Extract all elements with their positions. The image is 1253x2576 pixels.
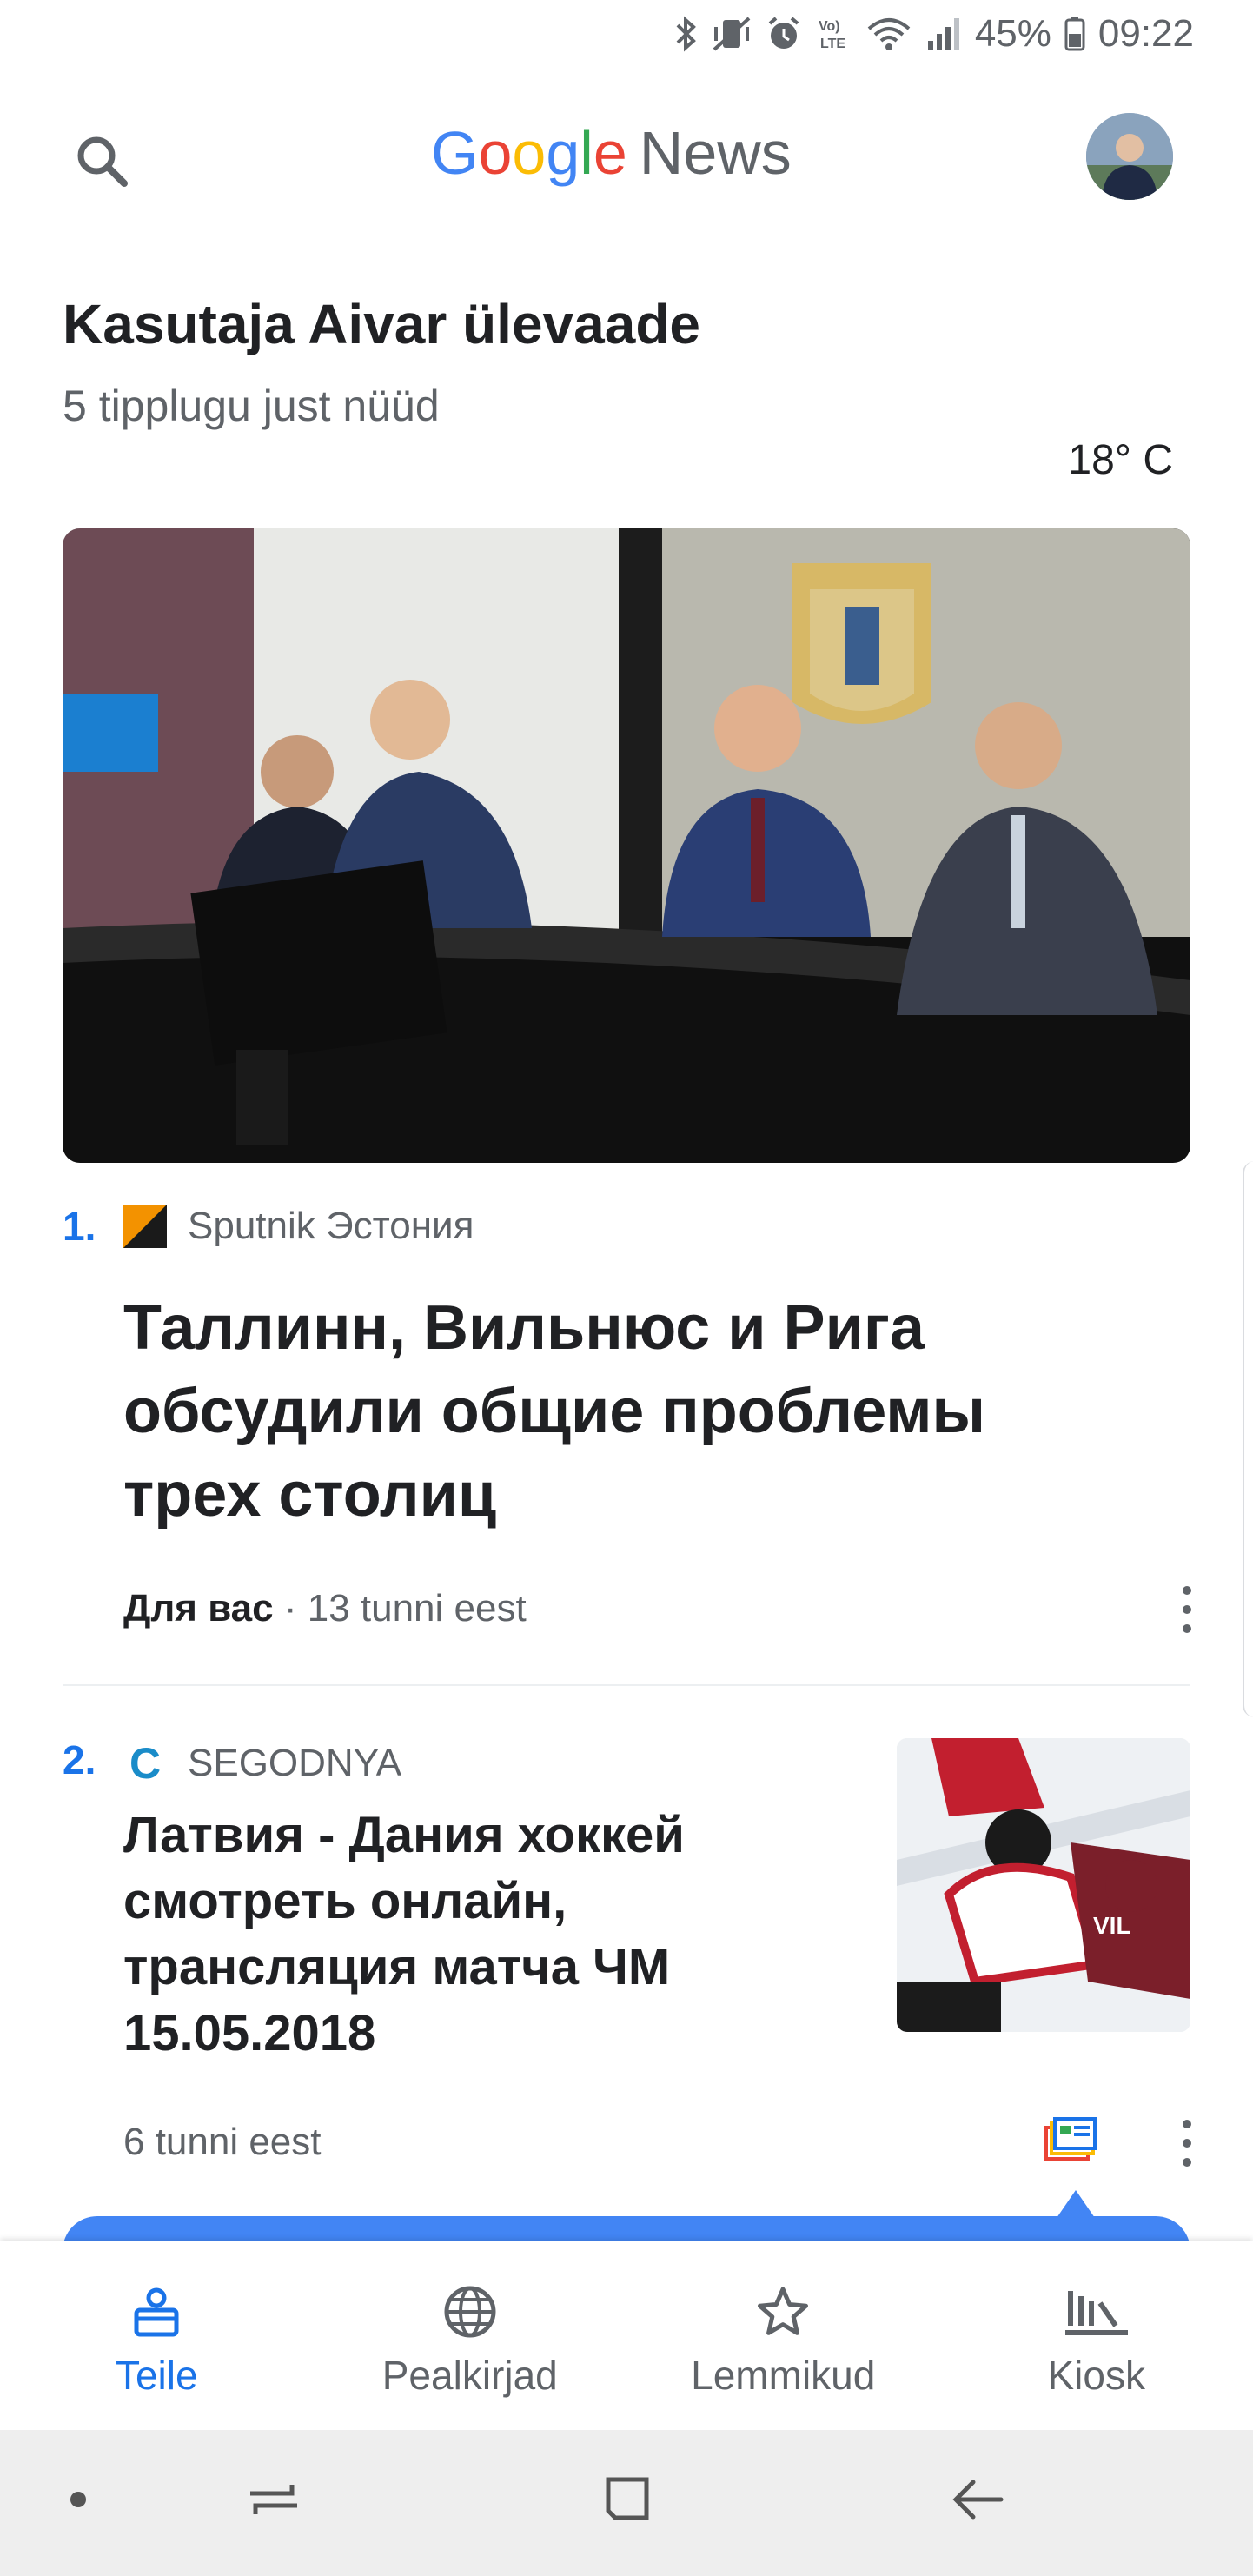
recents-icon <box>250 2485 297 2514</box>
back-arrow-icon <box>952 2480 1004 2520</box>
for-you-icon <box>134 2287 179 2337</box>
nav-item-lemmikud[interactable]: Lemmikud <box>626 2241 940 2430</box>
star-icon <box>758 2287 809 2335</box>
briefing-title: Kasutaja Aivar ülevaade <box>63 293 700 355</box>
meta-label[interactable]: Для вас <box>123 1587 274 1630</box>
bottom-navigation: Teile Pealkirjad Lemmikud Kiosk <box>0 2241 1253 2430</box>
alarm-icon <box>768 17 799 49</box>
search-button[interactable] <box>68 127 137 196</box>
svg-text:LTE: LTE <box>820 37 845 51</box>
dot-icon <box>70 2492 86 2507</box>
svg-text:Vo): Vo) <box>819 19 840 34</box>
volte-icon: Vo) LTE <box>819 19 845 51</box>
status-icons: Vo) LTE 45% 09:22 <box>673 12 1194 56</box>
meeting-photo <box>63 528 1190 1163</box>
google-wordmark: Google <box>431 118 627 188</box>
avatar[interactable] <box>1086 113 1173 200</box>
full-coverage-button[interactable] <box>1043 2117 1098 2172</box>
signal-icon <box>927 18 959 50</box>
more-vert-icon <box>1183 1624 1191 1633</box>
search-icon <box>77 136 128 187</box>
full-coverage-icon <box>1044 2117 1097 2161</box>
rank-number: 1. <box>63 1204 96 1249</box>
story-2-thumbnail[interactable]: VIL <box>897 1738 1190 2032</box>
more-vert-icon <box>1183 1586 1191 1595</box>
battery-percent: 45% <box>974 12 1051 55</box>
battery-icon <box>1064 17 1085 51</box>
logo-letter: o <box>478 119 513 187</box>
more-vert-icon <box>1183 2158 1191 2167</box>
story-1-more-button[interactable] <box>1170 1575 1204 1644</box>
story-1-headline[interactable]: Таллинн, Вильнюс и Рига обсудили общие п… <box>123 1286 1123 1537</box>
source-name: SEGODNYA <box>188 1742 402 1784</box>
back-button[interactable] <box>938 2465 1017 2534</box>
meta-time: 6 tunni eest <box>123 2121 322 2163</box>
story-2-meta: 6 tunni eest <box>123 2121 322 2164</box>
story-2-source: C SEGODNYA <box>123 1738 401 1789</box>
recents-button[interactable] <box>235 2465 313 2534</box>
google-news-logo: Google News <box>431 118 792 205</box>
edge-panel-handle[interactable] <box>1243 1161 1253 1717</box>
nav-label: Teile <box>115 2353 198 2398</box>
more-vert-icon <box>1183 1605 1191 1614</box>
nav-label: Kiosk <box>1047 2353 1145 2398</box>
story-2-headline[interactable]: Латвия - Дания хоккей смотреть онлайн, т… <box>123 1803 819 2067</box>
story-1-rank: 1. <box>63 1203 96 1250</box>
briefing-subtitle: 5 tipplugu just nüüd <box>63 382 440 430</box>
nav-label: Lemmikud <box>691 2353 876 2398</box>
nav-item-pealkirjad[interactable]: Pealkirjad <box>314 2241 627 2430</box>
vibrate-icon <box>713 17 751 51</box>
logo-letter: o <box>512 119 547 187</box>
tooltip-pointer <box>1057 2190 1095 2218</box>
nav-label: Pealkirjad <box>381 2353 558 2398</box>
status-bar: Vo) LTE 45% 09:22 <box>0 0 1253 73</box>
svg-text:VIL: VIL <box>1093 1912 1131 1939</box>
story-2-more-button[interactable] <box>1170 2108 1204 2178</box>
logo-letter: G <box>431 119 479 187</box>
divider <box>63 1684 1190 1686</box>
news-wordmark: News <box>639 119 792 187</box>
avatar-photo <box>1086 113 1173 200</box>
weather-chip[interactable]: 18° C <box>1068 436 1173 484</box>
more-vert-icon <box>1183 2139 1191 2148</box>
newsstand-icon <box>1064 2291 1128 2335</box>
dot-button[interactable] <box>52 2473 104 2526</box>
meta-separator: · <box>273 1587 308 1630</box>
hockey-photo: VIL <box>897 1738 1190 2032</box>
story-1-image[interactable] <box>63 528 1190 1163</box>
logo-letter: e <box>593 119 627 187</box>
source-name: Sputnik Эстония <box>188 1205 474 1247</box>
home-icon <box>606 2477 649 2520</box>
more-vert-icon <box>1183 2120 1191 2128</box>
story-2-rank: 2. <box>63 1736 96 1783</box>
story-1-meta: Для вас · 13 tunni eest <box>123 1587 527 1630</box>
home-button[interactable] <box>587 2465 666 2534</box>
globe-icon <box>444 2286 496 2338</box>
rank-number: 2. <box>63 1737 96 1783</box>
logo-letter: l <box>580 119 593 187</box>
bluetooth-icon <box>676 16 696 52</box>
meta-time: 13 tunni eest <box>307 1587 527 1630</box>
nav-item-kiosk[interactable]: Kiosk <box>940 2241 1253 2430</box>
clock: 09:22 <box>1097 12 1194 55</box>
logo-letter: g <box>546 119 580 187</box>
wifi-icon <box>867 18 911 50</box>
nav-item-teile[interactable]: Teile <box>0 2241 314 2430</box>
system-nav-bar <box>0 2430 1253 2576</box>
sputnik-logo-icon <box>123 1205 167 1248</box>
segodnya-logo-icon: C <box>129 1739 162 1788</box>
story-1-source: Sputnik Эстония <box>123 1205 474 1248</box>
